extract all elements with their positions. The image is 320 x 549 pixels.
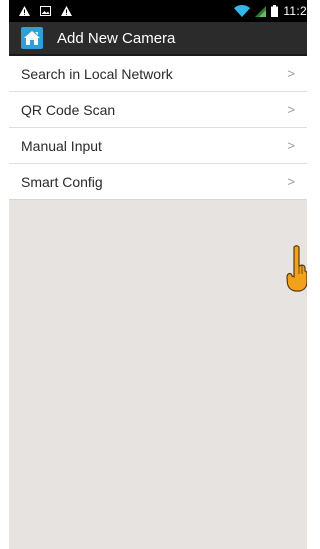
- menu-item-qr-code-scan[interactable]: QR Code Scan >: [9, 92, 307, 128]
- menu-list: Search in Local Network > QR Code Scan >…: [9, 56, 307, 200]
- menu-item-label: Smart Config: [21, 173, 103, 190]
- status-bar: 11:2: [9, 0, 307, 22]
- menu-item-label: Manual Input: [21, 137, 102, 154]
- status-right: 11:2: [234, 4, 307, 18]
- warning-icon: [19, 6, 30, 16]
- chevron-right-icon: >: [287, 138, 295, 153]
- status-left-icons: [19, 6, 72, 16]
- chevron-right-icon: >: [287, 102, 295, 117]
- menu-item-manual-input[interactable]: Manual Input >: [9, 128, 307, 164]
- chevron-right-icon: >: [287, 66, 295, 81]
- status-time: 11:2: [283, 4, 307, 18]
- image-icon: [40, 6, 51, 16]
- action-bar: Add New Camera: [9, 22, 307, 56]
- battery-icon: [271, 5, 279, 17]
- menu-item-label: Search in Local Network: [21, 65, 173, 82]
- menu-item-search-local-network[interactable]: Search in Local Network >: [9, 56, 307, 92]
- signal-icon: [255, 5, 267, 17]
- wifi-icon: [234, 5, 251, 17]
- menu-item-label: QR Code Scan: [21, 101, 116, 118]
- phone-screen: 11:2 Add New Camera Search in Local Netw…: [0, 0, 307, 549]
- pointing-hand-icon: [286, 245, 307, 292]
- warning-icon: [61, 6, 72, 16]
- menu-item-smart-config[interactable]: Smart Config >: [9, 164, 307, 200]
- page-title: Add New Camera: [57, 29, 176, 47]
- chevron-right-icon: >: [287, 174, 295, 189]
- home-camera-icon[interactable]: [21, 27, 43, 49]
